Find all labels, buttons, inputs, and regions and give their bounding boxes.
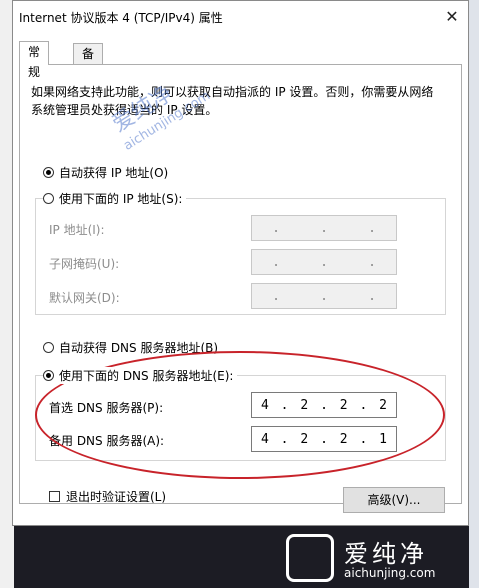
subnet-mask-label: 子网掩码(U): <box>49 257 120 271</box>
close-icon[interactable]: ✕ <box>442 7 462 27</box>
radio-auto-dns-label: 自动获得 DNS 服务器地址(B) <box>59 341 219 355</box>
radio-selected-icon <box>43 167 54 178</box>
checkbox-icon <box>49 491 60 502</box>
validate-on-exit-label: 退出时验证设置(L) <box>66 490 167 504</box>
subnet-mask-field: ... <box>251 249 397 275</box>
radio-unselected-icon <box>43 342 54 353</box>
alternate-dns-field[interactable]: 4.2.2.1 <box>251 426 397 452</box>
logo-brand-text: 爱纯净 <box>344 540 428 568</box>
preferred-dns-label: 首选 DNS 服务器(P): <box>49 401 164 415</box>
background-window-edge-right <box>469 0 479 588</box>
radio-manual-dns-label: 使用下面的 DNS 服务器地址(E): <box>59 369 234 383</box>
description-text: 如果网络支持此功能，则可以获取自动指派的 IP 设置。否则，你需要从网络系统管理… <box>31 85 434 117</box>
title-bar: Internet 协议版本 4 (TCP/IPv4) 属性 ✕ <box>13 1 468 33</box>
preferred-dns-field[interactable]: 4.2.2.2 <box>251 392 397 418</box>
site-logo: 爱纯净 aichunjing.com <box>282 530 478 588</box>
ip-address-field: ... <box>251 215 397 241</box>
tab-alternate-config[interactable]: 备用配置 <box>73 43 104 121</box>
radio-auto-ip[interactable]: 自动获得 IP 地址(O) <box>43 164 168 181</box>
radio-selected-icon <box>43 370 54 381</box>
logo-url-text: aichunjing.com <box>344 566 436 580</box>
logo-mark-icon <box>286 534 334 582</box>
ipv4-properties-dialog: Internet 协议版本 4 (TCP/IPv4) 属性 ✕ 常规 备用配置 … <box>12 0 469 526</box>
default-gateway-field: ... <box>251 283 397 309</box>
advanced-button[interactable]: 高级(V)... <box>343 487 445 513</box>
dialog-title: Internet 协议版本 4 (TCP/IPv4) 属性 <box>19 11 223 25</box>
radio-manual-dns[interactable]: 使用下面的 DNS 服务器地址(E): <box>43 367 238 384</box>
radio-auto-dns[interactable]: 自动获得 DNS 服务器地址(B) <box>43 339 218 356</box>
radio-auto-ip-label: 自动获得 IP 地址(O) <box>59 166 169 180</box>
alternate-dns-label: 备用 DNS 服务器(A): <box>49 434 165 448</box>
default-gateway-label: 默认网关(D): <box>49 291 120 305</box>
ip-address-label: IP 地址(I): <box>49 223 105 237</box>
radio-unselected-icon <box>43 193 54 204</box>
radio-manual-ip[interactable]: 使用下面的 IP 地址(S): <box>43 190 187 207</box>
tab-general[interactable]: 常规 <box>19 41 50 79</box>
validate-on-exit-checkbox[interactable]: 退出时验证设置(L) <box>49 488 166 505</box>
radio-manual-ip-label: 使用下面的 IP 地址(S): <box>59 192 183 206</box>
